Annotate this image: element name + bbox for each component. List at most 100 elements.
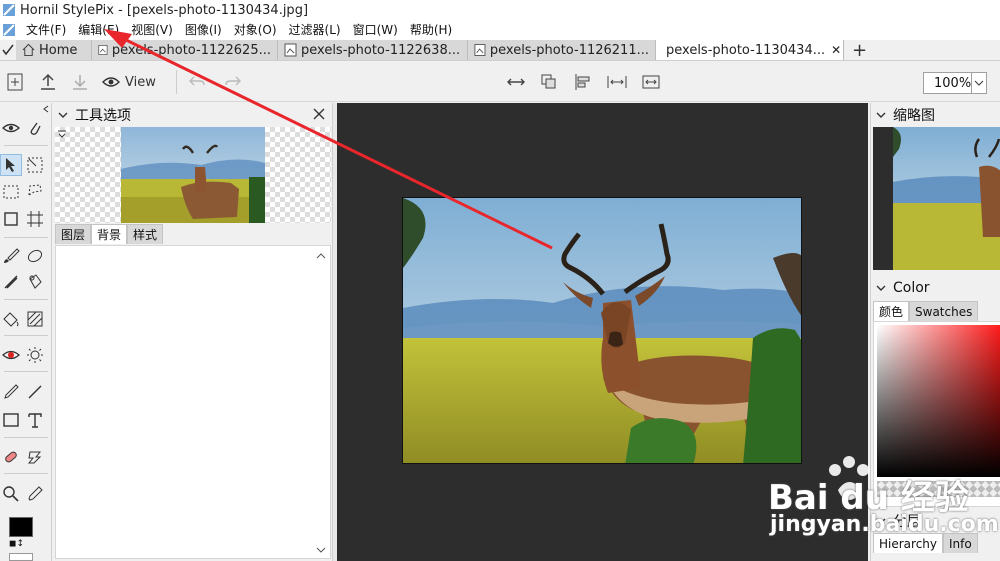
view-tool[interactable]: [0, 117, 22, 139]
eyedropper-tool[interactable]: [24, 483, 46, 505]
scroll-up-icon[interactable]: [316, 252, 326, 260]
menu-help[interactable]: 帮助(H): [404, 20, 458, 40]
menu-view[interactable]: 视图(V): [125, 20, 179, 40]
tab-document[interactable]: pexels-photo-1126211...: [468, 40, 656, 60]
lasso-icon: [28, 184, 42, 196]
foreground-color-swatch[interactable]: [9, 517, 33, 537]
lasso-tool[interactable]: [24, 181, 46, 203]
gradient-tool[interactable]: [24, 308, 46, 330]
redo-button[interactable]: [224, 70, 242, 94]
paint-bucket-icon: [3, 312, 19, 327]
red-eye-tool[interactable]: [0, 344, 22, 366]
check-icon[interactable]: [2, 44, 14, 56]
line-tool[interactable]: [24, 381, 46, 403]
shape-tool[interactable]: [0, 409, 22, 431]
menu-toggle-icon[interactable]: [57, 129, 67, 139]
gradient-icon: [27, 311, 43, 327]
close-icon[interactable]: [312, 107, 326, 121]
tab-close-icon[interactable]: ✕: [831, 43, 841, 57]
menu-image[interactable]: 图像(I): [179, 20, 228, 40]
collapse-arrow-icon[interactable]: [42, 105, 50, 113]
navigator-thumbnail[interactable]: [873, 127, 1000, 270]
pen-icon: [4, 384, 19, 399]
tool-separator: [4, 335, 48, 336]
tool-separator: [4, 437, 48, 438]
chevron-down-icon[interactable]: [971, 73, 986, 93]
text-tool[interactable]: [24, 409, 46, 431]
tab-document[interactable]: pexels-photo-1122638...: [278, 40, 468, 60]
menu-file[interactable]: 文件(F): [20, 20, 72, 40]
menu-window[interactable]: 窗口(W): [347, 20, 404, 40]
horizontal-arrows-icon: [507, 78, 525, 86]
scroll-down-icon[interactable]: [316, 546, 326, 554]
transform-icon: [27, 157, 43, 173]
arrange-button[interactable]: [540, 70, 558, 94]
flip-horizontal-button[interactable]: [507, 70, 525, 94]
menu-edit[interactable]: 编辑(E): [72, 20, 125, 40]
clone-tool[interactable]: [0, 271, 22, 293]
color-header[interactable]: Color: [871, 276, 1000, 300]
magnifier-icon: [3, 486, 19, 502]
rect-select-tool[interactable]: [0, 181, 22, 203]
tab-background[interactable]: 背景: [91, 224, 128, 244]
download-button[interactable]: [70, 70, 90, 94]
image-file-icon: [98, 45, 108, 55]
undo-button[interactable]: [188, 70, 206, 94]
background-color-swatch[interactable]: [9, 553, 33, 561]
tab-label: pexels-photo-1122638...: [301, 42, 461, 58]
chevron-down-icon[interactable]: [875, 109, 887, 121]
chevron-down-icon[interactable]: [875, 282, 887, 294]
zoom-tool[interactable]: [0, 483, 22, 505]
text-icon: [28, 413, 42, 428]
menu-object[interactable]: 对象(O): [228, 20, 283, 40]
eraser-tool[interactable]: [24, 245, 46, 267]
new-image-button[interactable]: [6, 70, 24, 94]
tab-home[interactable]: Home: [16, 40, 92, 60]
effect-tool[interactable]: [0, 446, 22, 468]
smudge-tool[interactable]: [24, 446, 46, 468]
brightness-tool[interactable]: [24, 344, 46, 366]
toolbar-separator: [176, 70, 177, 94]
new-tab-button[interactable]: +: [852, 42, 867, 60]
resize-canvas-button[interactable]: [641, 70, 661, 94]
tool-separator: [4, 299, 48, 300]
crop-tool[interactable]: [24, 208, 46, 230]
tab-color[interactable]: 颜色: [873, 301, 910, 321]
align-button[interactable]: [574, 70, 592, 94]
tab-layers[interactable]: 图层: [55, 224, 92, 244]
document-image[interactable]: [402, 197, 802, 464]
distribute-button[interactable]: [607, 70, 627, 94]
heal-tool[interactable]: [24, 271, 46, 293]
upload-button[interactable]: [38, 70, 58, 94]
app-menu-icon[interactable]: [2, 23, 16, 37]
window-title: Hornil StylePix - [pexels-photo-1130434.…: [20, 2, 309, 18]
color-picker-field[interactable]: [877, 325, 1000, 477]
clip-tool[interactable]: [24, 117, 46, 139]
thumbnail-image: [893, 127, 1000, 270]
tab-style[interactable]: 样式: [127, 224, 164, 244]
rectangle-icon: [3, 413, 19, 427]
image-file-icon: [284, 43, 297, 57]
tool-separator: [4, 237, 48, 238]
tab-document-active[interactable]: pexels-photo-1130434... ✕: [656, 40, 844, 60]
chevron-down-icon[interactable]: [57, 109, 69, 121]
view-button[interactable]: View: [102, 70, 156, 94]
menu-filter[interactable]: 过滤器(L): [283, 20, 347, 40]
zoom-value: 100%: [934, 75, 972, 91]
transform-tool[interactable]: [24, 154, 46, 176]
home-icon: [22, 43, 35, 57]
upload-icon: [41, 73, 55, 90]
eye-icon: [2, 123, 20, 133]
tab-swatches[interactable]: Swatches: [909, 301, 979, 321]
thumbnail-header[interactable]: 缩略图: [871, 103, 1000, 127]
zoom-select[interactable]: 100%: [923, 72, 987, 94]
antelope-photo: [403, 198, 801, 463]
tab-document[interactable]: pexels-photo-1122625...: [92, 40, 278, 60]
crop-frame-tool[interactable]: [0, 208, 22, 230]
brush-tool[interactable]: [0, 245, 22, 267]
panel-header[interactable]: 工具选项: [53, 103, 332, 127]
select-tool[interactable]: [0, 154, 22, 176]
pen-tool[interactable]: [0, 381, 22, 403]
swap-colors-icon[interactable]: ◼↕: [9, 539, 24, 549]
fill-tool[interactable]: [0, 308, 22, 330]
